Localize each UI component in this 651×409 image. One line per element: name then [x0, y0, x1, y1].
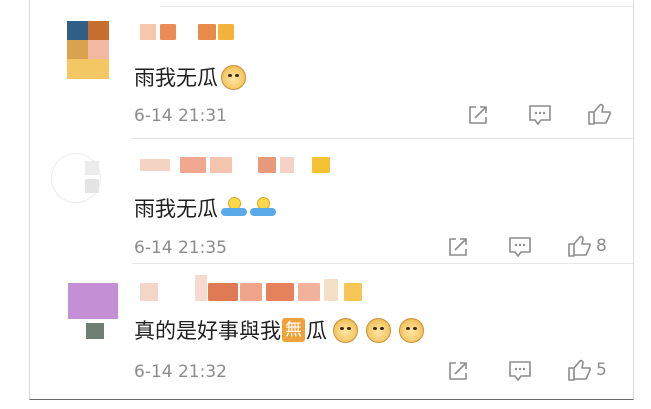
- comment-body: 雨我无瓜: [134, 66, 218, 90]
- top-divider: [160, 6, 633, 7]
- avatar[interactable]: [51, 153, 101, 203]
- reply-button[interactable]: [528, 104, 552, 126]
- thumbs-up-icon: [588, 103, 611, 125]
- like-count: 5: [596, 360, 607, 380]
- shrug-emoji-icon: [221, 197, 247, 219]
- avatar[interactable]: [68, 283, 118, 341]
- comment-icon: [509, 237, 531, 258]
- like-button[interactable]: [587, 102, 616, 126]
- comment-list: 雨我无瓜 6-14 21:31 雨我无瓜 6-14 21:35 8 真的是好事與…: [29, 0, 634, 400]
- comment-body: 雨我无瓜: [134, 197, 218, 221]
- username-blurred[interactable]: [140, 155, 340, 175]
- comment-divider: [132, 263, 633, 264]
- share-icon: [449, 362, 467, 380]
- doge-emoji-icon: [399, 317, 424, 343]
- reply-button[interactable]: [508, 236, 532, 258]
- comment-body: 真的是好事與我: [134, 319, 281, 343]
- doge-emoji-icon: [333, 317, 358, 343]
- comment-item: 雨我无瓜 6-14 21:35 8: [30, 143, 633, 263]
- comment-timestamp: 6-14 21:31: [134, 106, 227, 126]
- comment-icon: [529, 105, 551, 126]
- wu-badge-emoji: 無: [282, 318, 305, 342]
- share-button[interactable]: [467, 104, 489, 126]
- comment-text: 雨我无瓜: [134, 62, 246, 92]
- comment-text: 雨我无瓜: [134, 193, 276, 223]
- username-blurred[interactable]: [140, 22, 240, 42]
- comment-divider: [132, 138, 633, 139]
- like-button[interactable]: 5: [567, 358, 607, 382]
- comment-item: 雨我无瓜 6-14 21:31: [30, 10, 633, 138]
- reply-button[interactable]: [508, 360, 532, 382]
- comment-timestamp: 6-14 21:35: [134, 238, 227, 258]
- doge-emoji-icon: [366, 317, 391, 343]
- username-blurred[interactable]: [140, 275, 370, 301]
- share-button[interactable]: [447, 236, 469, 258]
- comment-item: 真的是好事與我 無 瓜 6-14 21:32 5: [30, 265, 633, 400]
- thumbs-up-icon: [568, 359, 591, 381]
- share-icon: [469, 106, 487, 124]
- share-icon: [449, 238, 467, 256]
- doge-emoji-icon: [221, 64, 246, 90]
- comment-text: 真的是好事與我 無 瓜: [134, 315, 424, 345]
- comment-body-end: 瓜: [306, 319, 327, 343]
- shrug-emoji-icon: [250, 197, 276, 219]
- like-button[interactable]: 8: [567, 234, 607, 258]
- thumbs-up-icon: [568, 235, 591, 257]
- avatar[interactable]: [67, 21, 109, 79]
- comment-timestamp: 6-14 21:32: [134, 362, 227, 382]
- share-button[interactable]: [447, 360, 469, 382]
- like-count: 8: [596, 236, 607, 256]
- comment-icon: [509, 361, 531, 382]
